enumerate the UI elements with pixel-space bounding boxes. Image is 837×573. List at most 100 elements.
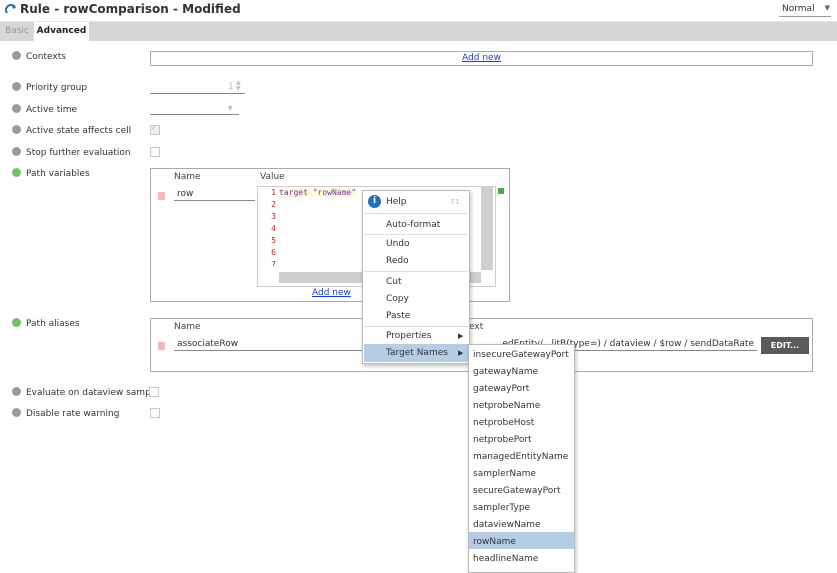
status-dot-icon [12,408,21,417]
stop-eval-label: Stop further evaluation [26,148,131,158]
edit-button[interactable]: EDIT... [761,337,809,354]
path-variable-name-input[interactable]: row [174,189,255,201]
status-dot-icon [12,82,21,91]
path-variables-value-header: Value [260,172,285,182]
menu-item-target-names[interactable]: Target Names [386,348,448,358]
menu-item-cut[interactable]: Cut [386,277,402,287]
menu-item-copy[interactable]: Copy [386,294,409,304]
chevron-down-icon: ▼ [824,4,830,12]
line-number: 4 [271,224,276,233]
active-state-label: Active state affects cell [26,126,132,136]
path-variables-row: Path variables [12,168,90,179]
path-aliases-label: Path aliases [26,319,80,329]
priority-group-row: Priority group [12,82,87,93]
delete-icon[interactable] [158,192,165,200]
line-number: 2 [271,200,276,209]
tab-strip: Basic Advanced [0,22,837,41]
chevron-down-icon: ▼ [228,105,233,112]
active-time-dropdown[interactable]: ▼ [150,103,239,115]
line-number: 6 [271,248,276,257]
target-name-item[interactable]: netprobeHost [473,418,534,428]
title-bar: Rule - rowComparison - Modified Normal ▼ [0,0,837,22]
stop-eval-row: Stop further evaluation [12,147,131,158]
submenu-arrow-icon: ▶ [458,332,464,340]
rule-icon [5,4,16,14]
target-name-item[interactable]: samplerType [473,503,530,513]
target-name-item-selected[interactable]: rowName [473,537,516,547]
active-state-checkbox[interactable] [150,123,160,135]
menu-separator [364,213,468,214]
status-dot-icon [12,318,21,327]
status-dot-icon [12,51,21,60]
contexts-box: Add new [150,51,813,66]
status-dot-icon [12,125,21,134]
contexts-row: Contexts [12,51,66,62]
rate-warning-checkbox[interactable] [150,408,160,418]
eval-sample-row: Evaluate on dataview sample [12,387,159,398]
active-state-row: Active state affects cell [12,125,131,136]
code-line: target "rowName" [279,188,357,197]
priority-group-value: 1 [228,82,234,92]
menu-separator [364,326,468,327]
submenu-arrow-icon: ▶ [458,349,464,357]
path-alias-name-value: associateRow [177,339,239,349]
target-name-item[interactable]: headlineName [473,554,538,564]
eval-sample-label: Evaluate on dataview sample [26,388,159,398]
menu-separator [364,234,468,235]
contexts-label: Contexts [26,52,66,62]
stop-eval-checkbox[interactable] [150,147,160,157]
line-number: 7 [271,260,276,266]
rate-warning-label: Disable rate warning [26,409,120,419]
target-name-item[interactable]: gatewayName [473,367,538,377]
mode-dropdown[interactable]: Normal ▼ [779,3,831,17]
line-number: 5 [271,236,276,245]
menu-item-help[interactable]: Help [386,197,407,207]
mode-value: Normal [782,4,815,14]
status-dot-icon [12,104,21,113]
path-aliases-name-header: Name [174,322,201,332]
path-variables-label: Path variables [26,169,90,179]
target-name-item[interactable]: netprobePort [473,435,532,445]
help-shortcut: F1 [451,198,460,206]
line-number: 1 [271,188,276,197]
contexts-add-new-link[interactable]: Add new [462,53,501,63]
target-names-submenu: insecureGatewayPort gatewayName gatewayP… [468,344,575,573]
eval-sample-checkbox[interactable] [149,387,159,397]
active-time-label: Active time [26,105,78,115]
path-variable-name-value: row [177,189,194,199]
menu-item-redo[interactable]: Redo [386,256,409,266]
target-name-item[interactable]: gatewayPort [473,384,529,394]
menu-item-properties[interactable]: Properties [386,331,431,341]
target-name-item[interactable]: secureGatewayPort [473,486,561,496]
menu-item-undo[interactable]: Undo [386,239,410,249]
priority-group-label: Priority group [26,83,88,93]
active-time-row: Active time [12,104,77,115]
target-name-item[interactable]: managedEntityName [473,452,568,462]
tab-advanced[interactable]: Advanced [34,22,89,41]
menu-separator [364,271,468,272]
line-number: 3 [271,212,276,221]
target-name-item[interactable]: dataviewName [473,520,541,530]
spinner-icon[interactable]: ▲ ▼ [236,80,241,92]
menu-item-auto-format[interactable]: Auto-format [386,220,440,230]
tab-basic[interactable]: Basic [0,22,34,41]
status-dot-icon [12,168,21,177]
delete-icon[interactable] [158,342,165,350]
window-title: Rule - rowComparison - Modified [20,2,241,16]
path-variables-name-header: Name [174,172,201,182]
info-icon: i [368,195,381,208]
path-aliases-row: Path aliases [12,318,80,329]
valid-indicator-icon [498,188,504,194]
path-aliases-text-header: ext [469,322,484,332]
path-alias-name-input[interactable]: associateRow [174,339,364,351]
context-menu: i Help F1 Auto-format Undo Redo Cut Copy… [362,190,470,364]
menu-item-paste[interactable]: Paste [386,311,410,321]
vertical-scrollbar[interactable] [481,186,493,270]
target-name-item[interactable]: samplerName [473,469,536,479]
priority-group-input[interactable]: 1 ▲ ▼ [150,80,245,94]
status-dot-icon [12,147,21,156]
path-variables-add-new-link[interactable]: Add new [312,288,351,298]
status-dot-icon [12,387,21,396]
target-name-item[interactable]: netprobeName [473,401,540,411]
target-name-item[interactable]: insecureGatewayPort [473,350,569,360]
